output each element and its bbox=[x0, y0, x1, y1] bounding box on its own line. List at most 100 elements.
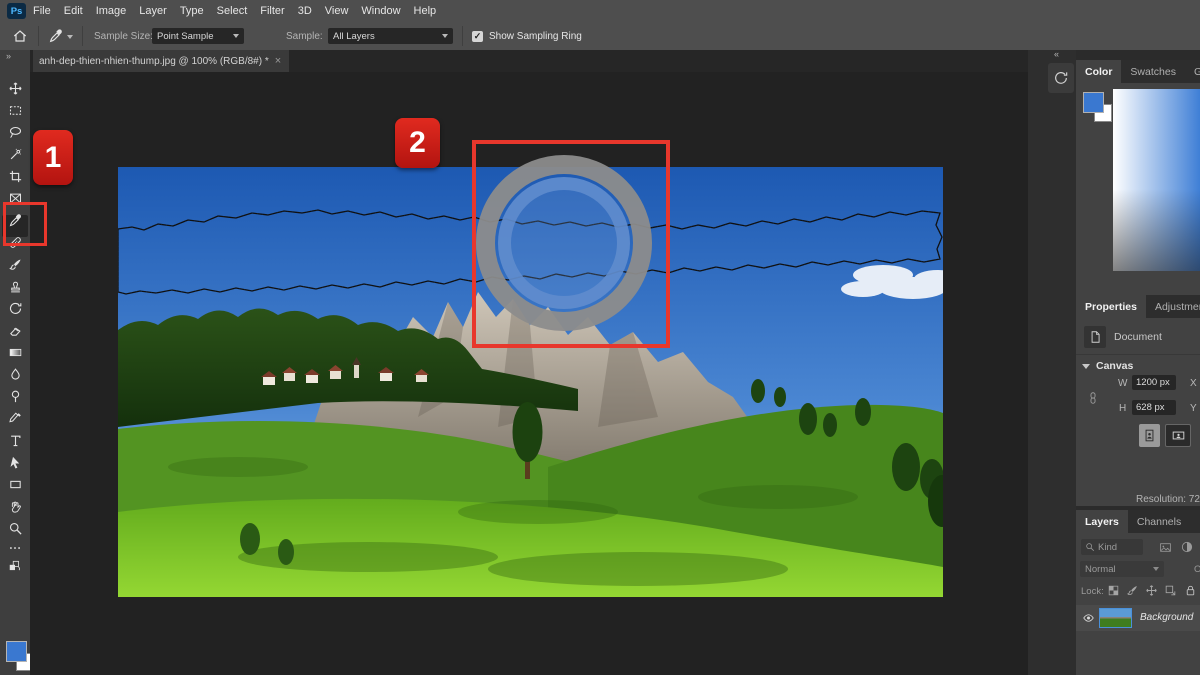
edit-toolbar-button[interactable] bbox=[0, 539, 30, 557]
orientation-portrait-button[interactable] bbox=[1139, 424, 1160, 447]
brush-tool[interactable] bbox=[0, 253, 30, 275]
move-icon bbox=[8, 81, 23, 96]
properties-panel-tabs: Properties Adjustments bbox=[1076, 295, 1200, 318]
gradient-icon bbox=[8, 345, 23, 360]
blend-mode-value: Normal bbox=[1085, 564, 1116, 575]
blend-mode-select[interactable]: Normal bbox=[1080, 561, 1164, 577]
menu-filter[interactable]: Filter bbox=[260, 5, 284, 17]
lock-artboard-icon[interactable] bbox=[1164, 584, 1177, 597]
chevron-down-icon[interactable] bbox=[67, 35, 73, 39]
lock-position-icon[interactable] bbox=[1145, 584, 1158, 597]
history-panel-button[interactable] bbox=[1048, 63, 1074, 93]
lock-transparency-icon[interactable] bbox=[1107, 584, 1120, 597]
step-2-label: 2 bbox=[395, 118, 440, 168]
collapse-panels-icon[interactable]: « bbox=[1054, 49, 1059, 59]
hand-tool[interactable] bbox=[0, 495, 30, 517]
brush-icon bbox=[8, 257, 23, 272]
marquee-icon bbox=[8, 103, 23, 118]
height-input[interactable]: 628 px bbox=[1132, 400, 1176, 415]
menu-image[interactable]: Image bbox=[96, 5, 127, 17]
layer-filter-select[interactable]: Kind bbox=[1081, 539, 1143, 555]
crop-tool[interactable] bbox=[0, 165, 30, 187]
show-sampling-ring-checkbox[interactable]: ✓ bbox=[472, 31, 483, 42]
clone-stamp-tool[interactable] bbox=[0, 275, 30, 297]
dodge-icon bbox=[8, 389, 23, 404]
lasso-icon bbox=[8, 125, 23, 140]
width-input[interactable]: 1200 px bbox=[1132, 375, 1176, 390]
foreground-color-swatch[interactable] bbox=[6, 641, 27, 662]
type-tool[interactable] bbox=[0, 429, 30, 451]
filter-adjustment-icon[interactable] bbox=[1180, 540, 1194, 554]
move-tool[interactable] bbox=[0, 77, 30, 99]
tab-channels[interactable]: Channels bbox=[1128, 510, 1190, 533]
properties-panel: Document Canvas W 1200 px X H 628 px Y R… bbox=[1076, 318, 1200, 506]
menu-type[interactable]: Type bbox=[180, 5, 204, 17]
rectangle-tool[interactable] bbox=[0, 473, 30, 495]
tab-properties[interactable]: Properties bbox=[1076, 295, 1146, 318]
document-tab[interactable]: anh-dep-thien-nhien-thump.jpg @ 100% (RG… bbox=[33, 50, 289, 72]
layer-visibility-eye-icon[interactable] bbox=[1081, 612, 1096, 624]
x-label: X bbox=[1190, 378, 1197, 389]
color-panel bbox=[1076, 83, 1200, 295]
width-value: 1200 px bbox=[1136, 377, 1170, 388]
tab-adjustments[interactable]: Adjustments bbox=[1146, 295, 1200, 318]
lock-pixels-icon[interactable] bbox=[1126, 584, 1139, 597]
gradient-tool[interactable] bbox=[0, 341, 30, 363]
dodge-tool[interactable] bbox=[0, 385, 30, 407]
menu-file[interactable]: File bbox=[33, 5, 51, 17]
menu-help[interactable]: Help bbox=[414, 5, 437, 17]
document-tab-title: anh-dep-thien-nhien-thump.jpg @ 100% (RG… bbox=[39, 56, 269, 67]
tab-layers[interactable]: Layers bbox=[1076, 510, 1128, 533]
color-panel-tabs: Color Swatches Gradients bbox=[1076, 60, 1200, 83]
blur-tool[interactable] bbox=[0, 363, 30, 385]
layer-row-background[interactable]: Background bbox=[1076, 605, 1200, 631]
zoom-tool[interactable] bbox=[0, 517, 30, 539]
search-icon bbox=[1085, 542, 1095, 552]
tool-bar: » bbox=[0, 50, 31, 675]
chevron-down-icon bbox=[442, 34, 448, 38]
sample-select[interactable]: All Layers bbox=[328, 28, 453, 44]
foreground-color-swatch-panel[interactable] bbox=[1083, 92, 1104, 113]
menu-edit[interactable]: Edit bbox=[64, 5, 83, 17]
pen-tool[interactable] bbox=[0, 407, 30, 429]
sample-size-select[interactable]: Point Sample bbox=[152, 28, 244, 44]
color-picker-field[interactable] bbox=[1113, 89, 1200, 271]
lock-all-icon[interactable] bbox=[1184, 584, 1197, 597]
opacity-label-partial: O bbox=[1194, 564, 1200, 575]
type-icon bbox=[8, 433, 23, 448]
divider bbox=[462, 26, 463, 46]
tab-paths[interactable]: Paths bbox=[1190, 510, 1200, 533]
photoshop-logo[interactable]: Ps bbox=[7, 3, 26, 19]
filter-image-icon[interactable] bbox=[1158, 541, 1173, 554]
menu-select[interactable]: Select bbox=[217, 5, 248, 17]
eyedropper-tool-icon[interactable] bbox=[48, 28, 64, 44]
canvas-section-chevron-icon[interactable] bbox=[1082, 364, 1090, 369]
sample-size-value: Point Sample bbox=[157, 31, 214, 42]
home-icon[interactable] bbox=[12, 28, 28, 44]
orientation-landscape-button[interactable] bbox=[1165, 424, 1191, 447]
path-selection-tool[interactable] bbox=[0, 451, 30, 473]
default-swap-colors[interactable] bbox=[0, 557, 30, 575]
history-brush-tool[interactable] bbox=[0, 297, 30, 319]
menu-layer[interactable]: Layer bbox=[139, 5, 167, 17]
menu-view[interactable]: View bbox=[325, 5, 349, 17]
sample-value: All Layers bbox=[333, 31, 375, 42]
layer-thumbnail[interactable] bbox=[1099, 608, 1132, 628]
close-tab-icon[interactable]: × bbox=[275, 55, 281, 67]
panel-dock-strip: « bbox=[1028, 50, 1076, 675]
eraser-tool[interactable] bbox=[0, 319, 30, 341]
menu-window[interactable]: Window bbox=[361, 5, 400, 17]
crop-icon bbox=[8, 169, 23, 184]
landscape-icon bbox=[1170, 428, 1187, 443]
link-dimensions-icon[interactable] bbox=[1086, 382, 1100, 414]
quick-selection-tool[interactable] bbox=[0, 143, 30, 165]
photoshop-window: Ps File Edit Image Layer Type Select Fil… bbox=[0, 0, 1200, 675]
tab-swatches[interactable]: Swatches bbox=[1121, 60, 1185, 83]
lasso-tool[interactable] bbox=[0, 121, 30, 143]
rectangular-marquee-tool[interactable] bbox=[0, 99, 30, 121]
menu-3d[interactable]: 3D bbox=[298, 5, 312, 17]
canvas-section-label: Canvas bbox=[1096, 360, 1133, 372]
expand-toolbar-icon[interactable]: » bbox=[6, 51, 11, 61]
tab-color[interactable]: Color bbox=[1076, 60, 1121, 83]
tab-gradients[interactable]: Gradients bbox=[1185, 60, 1200, 83]
